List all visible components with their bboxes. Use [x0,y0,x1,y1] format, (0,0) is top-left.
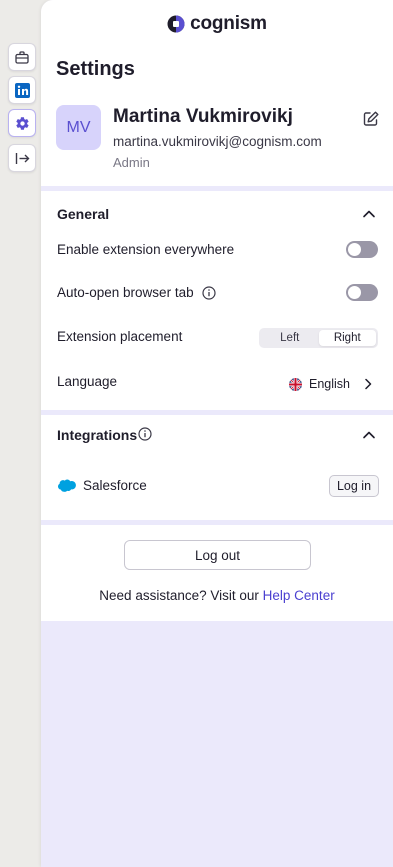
page-title: Settings [56,58,135,80]
side-rail [0,0,41,867]
edit-icon[interactable] [362,110,380,128]
info-icon[interactable] [138,427,152,441]
settings-panel: cognism Settings MV Martina Vukmirovikj … [41,0,393,867]
placement-option-left[interactable]: Left [261,330,319,346]
salesforce-login-button[interactable]: Log in [329,475,379,497]
gear-icon [15,116,29,130]
chevron-up-icon[interactable] [360,205,378,223]
toggle-knob [348,286,361,299]
uk-flag-icon [289,377,302,391]
integrations-title: Integrations [57,427,138,443]
settings-button[interactable] [8,109,36,137]
general-title: General [57,206,110,222]
brand-logo: cognism [41,13,393,35]
auto-open-toggle[interactable] [346,284,378,301]
placement-label: Extension placement [57,329,183,344]
collapse-icon [15,152,29,164]
integrations-section: Integrations Salesforce Log in [41,415,393,520]
language-selector[interactable]: English [289,377,375,391]
language-label: Language [57,374,118,389]
user-email: martina.vukmirovikj@cognism.com [113,134,322,149]
user-role: Admin [113,155,150,170]
linkedin-icon [14,82,30,98]
briefcase-icon [15,50,29,64]
linkedin-button[interactable] [8,76,36,104]
toggle-knob [348,243,361,256]
enable-everywhere-label: Enable extension everywhere [57,242,235,257]
help-prefix: Need assistance? Visit our [99,588,259,603]
language-value: English [309,377,350,391]
profile-section: cognism Settings MV Martina Vukmirovikj … [41,0,393,186]
cognism-logo-icon [167,15,185,33]
salesforce-label: Salesforce [83,478,147,493]
logout-button[interactable]: Log out [124,540,311,570]
info-icon[interactable] [202,286,216,300]
salesforce-row: Salesforce [57,478,147,493]
placement-option-right[interactable]: Right [318,330,376,346]
brand-name: cognism [190,13,267,34]
avatar: MV [56,105,101,150]
briefcase-button[interactable] [8,43,36,71]
chevron-up-icon[interactable] [360,426,378,444]
auto-open-label: Auto-open browser tab [57,285,194,300]
help-text: Need assistance? Visit our Help Center [41,588,393,603]
placement-segmented-control: Left Right [259,328,378,348]
salesforce-cloud-icon [57,479,76,492]
collapse-button[interactable] [8,144,36,172]
help-center-link[interactable]: Help Center [263,588,335,603]
user-name: Martina Vukmirovikj [113,106,293,127]
footer-section: Log out Need assistance? Visit our Help … [41,525,393,621]
general-section: General Enable extension everywhere Auto… [41,191,393,410]
chevron-right-icon [365,378,372,390]
enable-everywhere-toggle[interactable] [346,241,378,258]
